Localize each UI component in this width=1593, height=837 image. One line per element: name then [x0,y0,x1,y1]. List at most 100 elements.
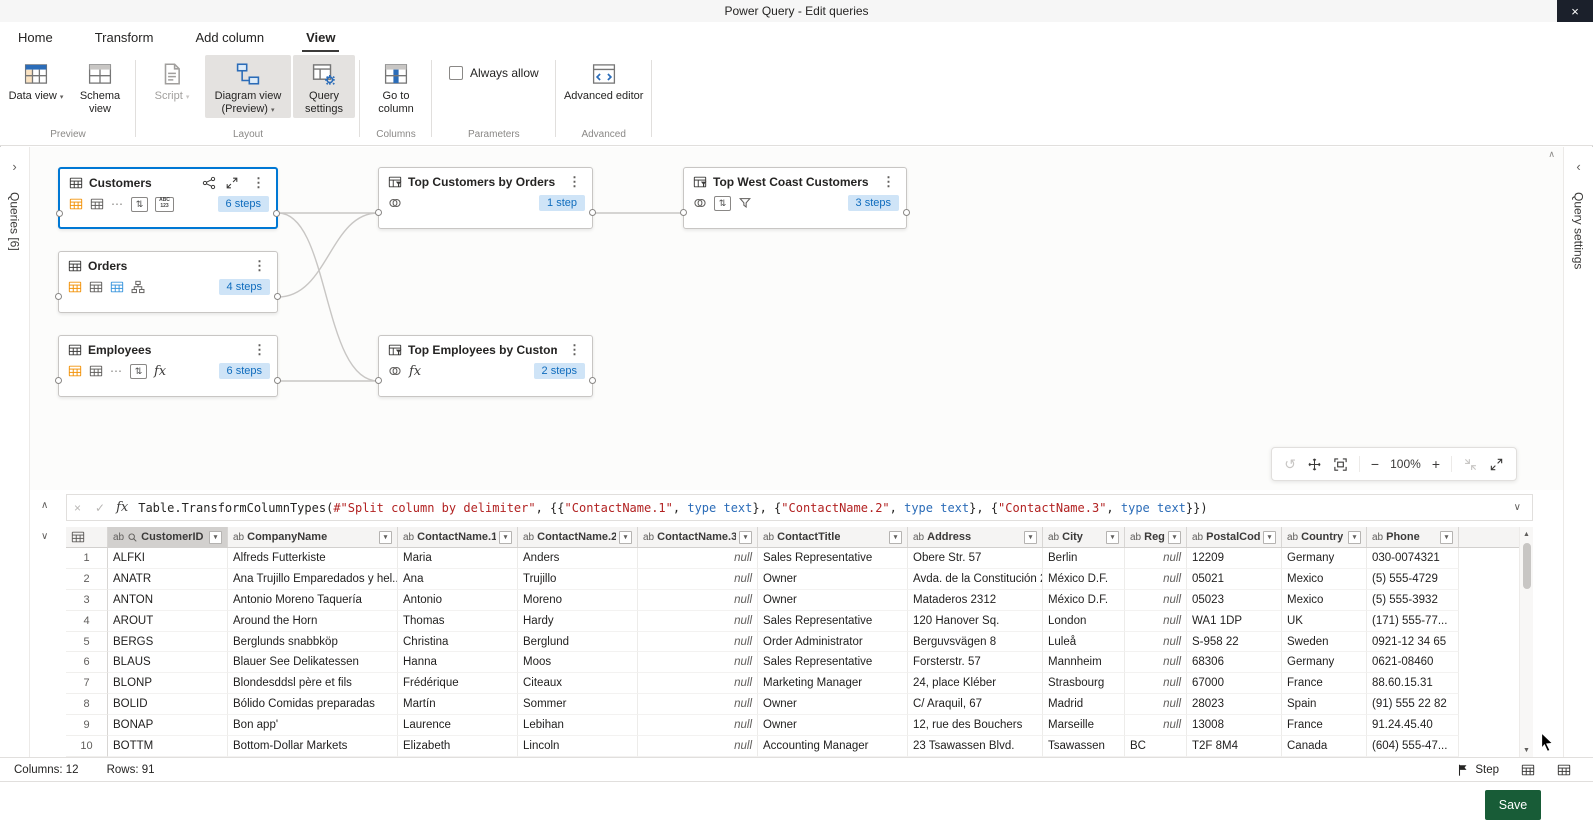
go-to-column-button[interactable]: Go to column [365,55,427,118]
data-view-button[interactable]: Data view ▾ [5,55,67,106]
cell[interactable]: Citeaux [518,673,638,695]
cell[interactable]: 0921-12 34 65 [1367,631,1459,653]
column-header-phone[interactable]: ab Phone ▾ [1367,527,1459,547]
cell[interactable]: 0621-08460 [1367,652,1459,674]
cell[interactable]: Germany [1282,652,1367,674]
cell[interactable]: null [638,652,758,674]
scroll-thumb[interactable] [1522,543,1531,589]
table-row[interactable]: 5 BERGS Berglunds snabbköp Christina Berglun… [66,631,1533,653]
cell[interactable]: Strasbourg [1043,673,1125,695]
close-button[interactable]: × [1557,0,1593,22]
cell[interactable]: 23 Tsawassen Blvd. [908,736,1043,757]
query-node-top-customers-by-orders[interactable]: Top Customers by Orders ⋮ 1 step [375,167,596,229]
filter-button[interactable]: ▾ [619,530,632,544]
cell[interactable]: T2F 8M4 [1187,736,1282,757]
related-queries-icon[interactable] [202,176,216,190]
cell[interactable]: null [638,589,758,611]
sorted-rows-step-icon[interactable]: ⇅ [714,195,731,211]
steps-count-badge[interactable]: 6 steps [218,363,270,379]
cell[interactable]: Blondesddsl père et fils [228,673,398,695]
pan-tool-button[interactable] [1307,457,1322,472]
cell[interactable]: BOLID [108,694,228,716]
cell[interactable]: UK [1282,610,1367,632]
cell[interactable]: 67000 [1187,673,1282,695]
cell[interactable]: 68306 [1187,652,1282,674]
column-header-region[interactable]: abRegion▾ [1125,527,1187,547]
table-row[interactable]: 7 BLONP Blondesddsl père et fils Frédérique… [66,673,1533,695]
cell[interactable]: 12, rue des Bouchers [908,715,1043,737]
commit-formula-button[interactable]: ✓ [88,501,112,515]
cell[interactable]: BOTTM [108,736,228,757]
table-row[interactable]: 2 ANATR Ana Trujillo Emparedados y hel... A… [66,568,1533,590]
node-menu-button[interactable]: ⋮ [877,174,900,190]
steps-count-badge[interactable]: 2 steps [533,363,585,379]
cell[interactable]: Hanna [398,652,518,674]
cell[interactable]: WA1 1DP [1187,610,1282,632]
filtered-rows-step-icon[interactable] [738,196,752,210]
filter-button[interactable]: ▾ [1168,530,1181,544]
cell[interactable]: Around the Horn [228,610,398,632]
fit-to-view-button[interactable] [1333,457,1348,472]
column-header-contactname.2[interactable]: ab ContactName.2 ▾ [518,527,638,547]
cell[interactable]: Bon app' [228,715,398,737]
cell[interactable]: null [1125,673,1187,695]
queries-pane-label[interactable]: Queries [6] [8,192,22,251]
cell[interactable]: Blauer See Delikatessen [228,652,398,674]
column-header-companyname[interactable]: ab CompanyName ▾ [228,527,398,547]
grouped-rows-step-icon[interactable] [131,280,145,294]
data-view-toggle-icon[interactable] [1521,763,1535,777]
cell[interactable]: S-958 22 [1187,631,1282,653]
cell[interactable]: null [638,673,758,695]
table-row[interactable]: 8 BOLID Bólido Comidas preparadas Martín Som… [66,694,1533,716]
filter-button[interactable]: ▾ [889,530,902,544]
cell[interactable]: null [638,715,758,737]
cell[interactable]: Tsawassen [1043,736,1125,757]
formula-input[interactable]: Table.TransformColumnTypes(#"Split colum… [138,501,1502,515]
scroll-down-button[interactable]: ▼ [1523,743,1530,757]
table-row[interactable]: 3 ANTON Antonio Moreno Taquería Antonio More… [66,589,1533,611]
script-button[interactable]: Script ▾ [141,55,203,106]
cell[interactable]: Ana Trujillo Emparedados y hel... [228,568,398,590]
cell[interactable]: Owner [758,715,908,737]
cell[interactable]: Accounting Manager [758,736,908,757]
split-column-step-icon[interactable]: ⇅ [131,196,148,212]
tab-view[interactable]: View [302,30,340,52]
merge-step-icon[interactable] [388,196,402,210]
cell[interactable]: Antonio Moreno Taquería [228,589,398,611]
cell[interactable]: Martín [398,694,518,716]
cell[interactable]: Owner [758,694,908,716]
cell[interactable]: Forsterstr. 57 [908,652,1043,674]
always-allow-option[interactable]: Always allow [449,66,539,80]
filter-button[interactable]: ▾ [1024,530,1037,544]
node-menu-button[interactable]: ⋮ [563,174,586,190]
cell[interactable]: BERGS [108,631,228,653]
query-node-employees[interactable]: Employees ⋮ ⋯ ⇅ fx 6 steps [55,335,281,397]
cell[interactable]: Laurence [398,715,518,737]
cell[interactable]: Berglunds snabbköp [228,631,398,653]
cell[interactable]: BONAP [108,715,228,737]
cell[interactable]: Hardy [518,610,638,632]
source-step-icon[interactable] [68,364,82,378]
cell[interactable]: México D.F. [1043,589,1125,611]
custom-function-step-icon[interactable]: fx [409,364,421,379]
cell[interactable]: null [638,736,758,757]
cell[interactable]: null [638,610,758,632]
steps-count-badge[interactable]: 3 steps [847,195,899,211]
cell[interactable]: BC [1125,736,1187,757]
cell[interactable]: Anders [518,548,638,569]
cell[interactable]: Madrid [1043,694,1125,716]
cell[interactable]: Sales Representative [758,548,908,569]
cell[interactable]: Lincoln [518,736,638,757]
navigation-step-icon[interactable] [90,197,104,211]
navigation-step-icon[interactable] [89,364,103,378]
changed-type-step-icon[interactable]: ABC 123 [155,196,174,212]
cell[interactable]: null [638,568,758,590]
node-menu-button[interactable]: ⋮ [247,175,270,191]
cell[interactable]: Order Administrator [758,631,908,653]
cell[interactable]: Luleå [1043,631,1125,653]
cell[interactable]: Lebihan [518,715,638,737]
cell[interactable]: null [638,694,758,716]
always-allow-checkbox[interactable] [449,66,463,80]
zoom-out-button[interactable]: − [1371,456,1379,472]
steps-count-badge[interactable]: 6 steps [217,196,269,212]
